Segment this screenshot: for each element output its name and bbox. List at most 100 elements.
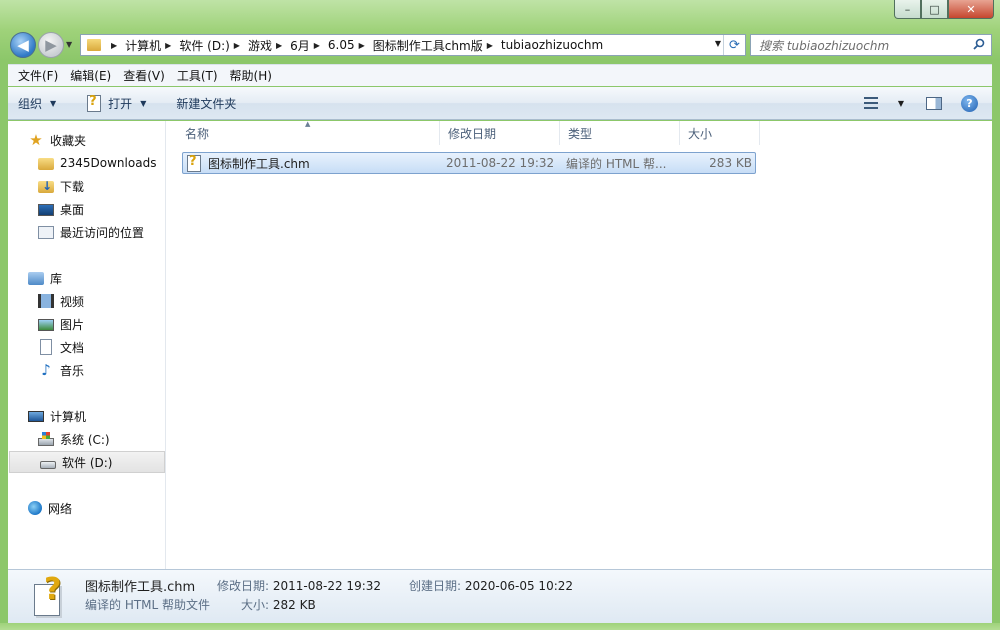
chevron-right-icon[interactable]: ▶ — [487, 41, 493, 50]
column-header-name[interactable]: 名称 — [177, 121, 440, 145]
breadcrumb-item[interactable]: 6月 ▶ — [290, 35, 328, 55]
search-input[interactable]: 搜索 tubiaozhizuochm — [750, 34, 992, 56]
organize-button[interactable]: 组织 ▼ — [8, 95, 66, 112]
menu-file[interactable]: 文件(F) — [14, 67, 66, 84]
file-type-cell: 编译的 HTML 帮... — [566, 156, 667, 171]
view-options-dropdown[interactable]: ▼ — [898, 99, 904, 108]
open-label: 打开 — [108, 96, 133, 111]
breadcrumb-item[interactable]: 计算机 ▶ — [125, 35, 179, 55]
refresh-icon[interactable]: ⟳ — [723, 35, 745, 55]
file-modified-cell: 2011-08-22 19:32 — [446, 156, 555, 170]
new-folder-button[interactable]: 新建文件夹 — [166, 95, 246, 112]
chevron-down-icon: ▼ — [140, 98, 147, 108]
nav-item-desktop[interactable]: 桌面 — [8, 198, 166, 220]
nav-item-drive-d[interactable]: 软件 (D:) — [9, 451, 165, 473]
nav-group-label: 计算机 — [50, 409, 87, 424]
nav-item-downloads[interactable]: 下载 — [8, 175, 166, 197]
nav-libraries[interactable]: 库 — [8, 267, 166, 289]
back-button[interactable]: ◀ — [10, 32, 36, 58]
nav-item-music[interactable]: ♪ 音乐 — [8, 359, 166, 381]
chevron-right-icon[interactable]: ▶ — [314, 41, 320, 50]
address-history-dropdown[interactable]: ▼ — [715, 39, 721, 48]
help-icon[interactable]: ? — [961, 95, 978, 112]
navigation-pane: ★ 收藏夹 2345Downloads 下载 桌面 最近访问的位置 库 — [8, 121, 166, 569]
column-label: 修改日期 — [448, 126, 497, 141]
close-button[interactable]: ✕ — [948, 0, 994, 19]
menu-tools[interactable]: 工具(T) — [173, 67, 226, 84]
nav-item-label: 系统 (C:) — [60, 432, 110, 447]
column-header-type[interactable]: 类型 — [560, 121, 680, 145]
forward-button[interactable]: ▶ — [38, 32, 64, 58]
nav-item-documents[interactable]: 文档 — [8, 336, 166, 358]
maximize-button[interactable]: □ — [921, 0, 948, 19]
file-row[interactable]: 图标制作工具.chm 2011-08-22 19:32 编译的 HTML 帮..… — [182, 152, 756, 174]
nav-item-2345downloads[interactable]: 2345Downloads — [8, 152, 166, 174]
breadcrumb-label: 6.05 — [327, 38, 355, 52]
recent-pages-dropdown[interactable]: ▼ — [66, 40, 72, 49]
forward-arrow-icon: ▶ — [45, 36, 57, 54]
menu-edit[interactable]: 编辑(E) — [66, 67, 119, 84]
documents-library-icon — [40, 339, 52, 355]
chevron-right-icon[interactable]: ▶ — [276, 41, 282, 50]
details-pane: 图标制作工具.chm 编译的 HTML 帮助文件 修改日期: 2011-08-2… — [8, 569, 992, 623]
nav-item-label: 图片 — [60, 317, 85, 332]
pictures-library-icon — [38, 319, 54, 331]
column-header-modified[interactable]: 修改日期 — [440, 121, 560, 145]
breadcrumb-item[interactable]: 游戏 ▶ — [248, 35, 290, 55]
chevron-down-icon: ▼ — [50, 98, 57, 108]
nav-computer[interactable]: 计算机 — [8, 405, 166, 427]
chevron-right-icon[interactable]: ▶ — [234, 41, 240, 50]
column-label: 类型 — [568, 126, 593, 141]
nav-item-label: 音乐 — [60, 363, 85, 378]
back-arrow-icon: ◀ — [17, 36, 29, 54]
chevron-right-icon[interactable]: ▶ — [359, 41, 365, 50]
explorer-window: – □ ✕ ◀ ▶ ▼ ▶ 计算机 ▶ 软件 (D:) ▶ 游戏 ▶ 6月 ▶ 6.05… — [0, 0, 1000, 630]
search-icon[interactable] — [973, 38, 985, 50]
chevron-right-icon: ▶ — [111, 40, 118, 50]
nav-item-recent-places[interactable]: 最近访问的位置 — [8, 221, 166, 243]
details-file-name: 图标制作工具.chm — [85, 580, 196, 595]
nav-item-videos[interactable]: 视频 — [8, 290, 166, 312]
breadcrumb-label: 6月 — [290, 38, 310, 53]
breadcrumb-item[interactable]: tubiaozhizuochm — [501, 35, 603, 55]
preview-pane-icon[interactable] — [926, 97, 942, 110]
video-library-icon — [38, 294, 54, 308]
menu-view[interactable]: 查看(V) — [119, 67, 173, 84]
new-folder-label: 新建文件夹 — [176, 96, 237, 111]
file-name: 图标制作工具.chm — [208, 156, 310, 171]
details-size: 大小: 282 KB — [241, 596, 316, 613]
nav-item-label: 桌面 — [60, 202, 85, 217]
open-button[interactable]: 打开 ▼ — [76, 94, 156, 112]
breadcrumb-label: 图标制作工具chm版 — [372, 38, 483, 53]
nav-item-pictures[interactable]: 图片 — [8, 313, 166, 335]
breadcrumb-item[interactable]: 软件 (D:) ▶ — [179, 35, 248, 55]
nav-item-label: 下载 — [60, 179, 85, 194]
address-bar[interactable]: ▶ 计算机 ▶ 软件 (D:) ▶ 游戏 ▶ 6月 ▶ 6.05 ▶ 图标制作工具chm版… — [80, 34, 746, 56]
breadcrumb-label: tubiaozhizuochm — [500, 38, 604, 52]
menu-help[interactable]: 帮助(H) — [226, 67, 280, 84]
breadcrumb-label: 游戏 — [247, 38, 272, 53]
file-name-cell: 图标制作工具.chm — [186, 153, 310, 173]
nav-item-drive-c[interactable]: 系统 (C:) — [8, 428, 166, 450]
nav-item-label: 视频 — [60, 294, 85, 309]
nav-network[interactable]: 网络 — [8, 497, 166, 519]
nav-favorites[interactable]: ★ 收藏夹 — [8, 129, 166, 151]
search-placeholder: 搜索 tubiaozhizuochm — [759, 38, 890, 53]
breadcrumb-label: 软件 (D:) — [179, 38, 230, 53]
breadcrumb-root[interactable]: ▶ — [107, 35, 125, 55]
caption-buttons: – □ ✕ — [894, 0, 994, 19]
column-header-size[interactable]: 大小 — [680, 121, 760, 145]
file-size-cell: 283 KB — [709, 156, 752, 170]
minimize-button[interactable]: – — [894, 0, 921, 19]
chevron-right-icon[interactable]: ▶ — [165, 41, 171, 50]
breadcrumb-item[interactable]: 图标制作工具chm版 ▶ — [373, 35, 501, 55]
details-value: 282 KB — [272, 598, 316, 612]
breadcrumb-item[interactable]: 6.05 ▶ — [328, 35, 373, 55]
change-view-icon[interactable] — [864, 97, 878, 109]
window-frame-bottom — [0, 623, 1000, 630]
nav-group-label: 库 — [50, 271, 63, 286]
column-label: 名称 — [185, 126, 210, 141]
library-icon — [28, 271, 44, 285]
nav-item-label: 最近访问的位置 — [60, 225, 145, 240]
details-value: 2011-08-22 19:32 — [272, 579, 382, 593]
